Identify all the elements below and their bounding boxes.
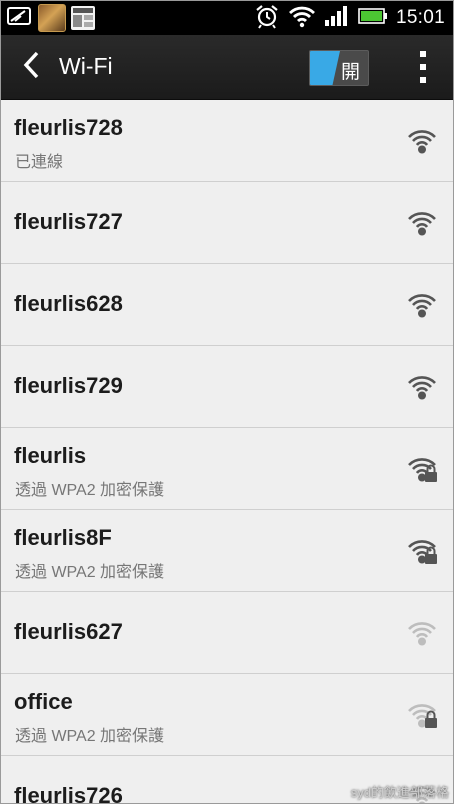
battery-icon [358,7,388,30]
phone-screen: 15:01 Wi-Fi 開 fleurlis728 已連線 fleurlis727 f… [0,0,454,804]
toggle-knob [310,51,340,85]
network-row[interactable]: fleurlis 透過 WPA2 加密保護 [1,428,453,510]
wifi-icon [405,617,439,647]
alarm-icon [254,3,280,34]
more-vert-icon [420,51,426,57]
network-row[interactable]: fleurlis628 [1,264,453,346]
wifi-icon [405,289,439,319]
watermark: syd的飲進部落格 [350,785,449,800]
network-ssid: fleurlis727 [14,209,123,234]
system-icons: 15:01 [254,4,445,32]
signal-icon [7,5,33,32]
network-ssid: fleurlis [14,443,87,468]
wifi-toggle[interactable]: 開 [309,50,369,86]
network-status: 透過 WPA2 加密保護 [15,564,165,581]
network-row[interactable]: fleurlis729 [1,346,453,428]
wifi-lock-icon [405,535,439,565]
network-row[interactable]: fleurlis727 [1,182,453,264]
network-list: fleurlis728 已連線 fleurlis727 fleurlis628 fleu… [1,100,453,804]
network-ssid: fleurlis8F [14,525,112,550]
network-row[interactable]: fleurlis8F 透過 WPA2 加密保護 [1,510,453,592]
wifi-icon [405,125,439,155]
network-ssid: fleurlis627 [14,619,123,644]
wifi-icon [405,207,439,237]
network-row[interactable]: fleurlis728 已連線 [1,100,453,182]
network-row[interactable]: fleurlis627 [1,592,453,674]
overflow-menu-button[interactable] [413,51,433,83]
game-thumbnail [38,4,66,32]
page-title: Wi-Fi [59,53,113,79]
network-ssid: fleurlis726 [14,783,123,804]
network-ssid: fleurlis628 [14,291,123,316]
network-status: 透過 WPA2 加密保護 [15,482,165,499]
chevron-left-icon [20,50,42,85]
action-bar: Wi-Fi 開 [1,35,453,100]
network-status: 透過 WPA2 加密保護 [15,728,165,745]
network-ssid: fleurlis729 [14,373,123,398]
clock: 15:01 [395,7,445,28]
wifi-lock-icon [405,453,439,483]
toggle-label: 開 [341,62,361,83]
news-thumbnail [71,6,95,30]
network-status: 已連線 [15,154,64,171]
wifi-icon [405,371,439,401]
cell-signal-icon [324,5,350,32]
wifi-status-icon [288,4,316,33]
network-ssid: fleurlis728 [14,115,123,140]
notification-area [7,4,95,32]
status-bar: 15:01 [1,1,453,35]
network-ssid: office [14,689,73,714]
wifi-lock-icon [405,699,439,729]
back-button[interactable] [13,49,49,85]
network-row[interactable]: office 透過 WPA2 加密保護 [1,674,453,756]
